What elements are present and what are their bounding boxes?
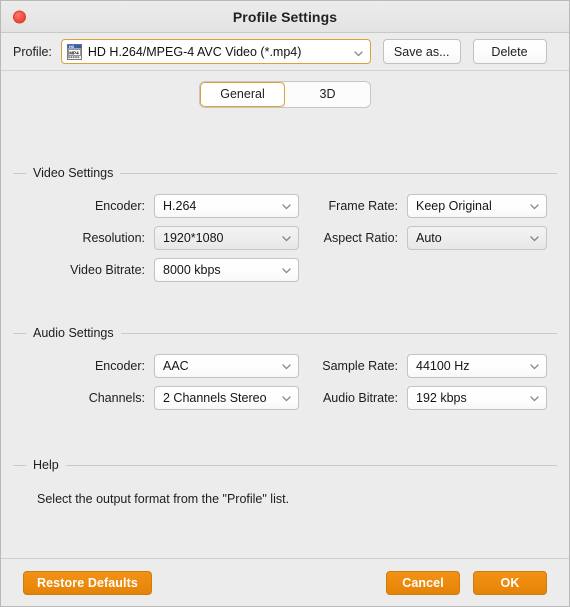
chevron-down-icon: [529, 361, 540, 372]
help-legend: Help: [33, 458, 59, 472]
audio-samplerate-label: Sample Rate:: [322, 359, 398, 373]
svg-text:HD: HD: [69, 45, 75, 49]
video-aspectratio-value: Auto: [416, 231, 442, 245]
video-bitrate-dropdown[interactable]: 8000 kbps: [154, 258, 299, 282]
video-resolution-label: Resolution:: [82, 231, 145, 245]
video-framerate-dropdown[interactable]: Keep Original: [407, 194, 547, 218]
audio-channels-row: Channels: 2 Channels Stereo: [50, 386, 299, 410]
svg-text:MP4: MP4: [69, 50, 79, 55]
video-encoder-value: H.264: [163, 199, 197, 213]
chevron-down-icon: [281, 361, 292, 372]
page-title: Profile Settings: [232, 8, 338, 25]
audio-encoder-row: Encoder: AAC: [50, 354, 299, 378]
settings-content: Video Settings Encoder: H.264 Resolution…: [1, 111, 569, 558]
audio-bitrate-dropdown[interactable]: 192 kbps: [407, 386, 547, 410]
video-encoder-label: Encoder:: [94, 199, 145, 213]
profile-settings-window: Profile Settings Profile: HD MP4 HD H.26…: [0, 0, 570, 607]
chevron-down-icon: [353, 46, 364, 57]
video-aspectratio-row: Aspect Ratio: Auto: [298, 226, 547, 250]
profile-value: HD H.264/MPEG-4 AVC Video (*.mp4): [87, 44, 302, 59]
audio-settings-group: Audio Settings Encoder: AAC Channels: 2 …: [13, 326, 557, 420]
audio-settings-body: Encoder: AAC Channels: 2 Channels Stereo…: [13, 340, 557, 420]
chevron-down-icon: [281, 393, 292, 404]
video-aspectratio-dropdown[interactable]: Auto: [407, 226, 547, 250]
chevron-down-icon: [529, 393, 540, 404]
audio-bitrate-label: Audio Bitrate:: [322, 391, 398, 405]
chevron-down-icon: [281, 265, 292, 276]
save-as-button[interactable]: Save as...: [382, 39, 461, 64]
video-resolution-dropdown[interactable]: 1920*1080: [154, 226, 299, 250]
video-aspectratio-label: Aspect Ratio:: [323, 231, 398, 245]
help-body: Select the output format from the "Profi…: [13, 472, 557, 532]
video-settings-group: Video Settings Encoder: H.264 Resolution…: [13, 166, 557, 292]
video-framerate-row: Frame Rate: Keep Original: [298, 194, 547, 218]
audio-bitrate-row: Audio Bitrate: 192 kbps: [298, 386, 547, 410]
video-resolution-row: Resolution: 1920*1080: [50, 226, 299, 250]
ok-button[interactable]: OK: [473, 570, 547, 595]
audio-samplerate-value: 44100 Hz: [416, 359, 470, 373]
chevron-down-icon: [281, 201, 292, 212]
profile-dropdown[interactable]: HD MP4 HD H.264/MPEG-4 AVC Video (*.mp4): [60, 39, 371, 64]
audio-channels-label: Channels:: [88, 391, 145, 405]
chevron-down-icon: [529, 201, 540, 212]
video-bitrate-value: 8000 kbps: [163, 263, 221, 277]
video-framerate-label: Frame Rate:: [328, 199, 398, 213]
video-framerate-value: Keep Original: [416, 199, 492, 213]
restore-defaults-button[interactable]: Restore Defaults: [23, 570, 152, 595]
audio-encoder-value: AAC: [163, 359, 189, 373]
help-group: Help Select the output format from the "…: [13, 458, 557, 532]
delete-button[interactable]: Delete: [472, 39, 547, 64]
chevron-down-icon: [281, 233, 292, 244]
dialog-footer: Restore Defaults Cancel OK: [1, 558, 569, 606]
tab-group: General 3D: [200, 81, 370, 107]
video-resolution-value: 1920*1080: [163, 231, 224, 245]
video-settings-legend: Video Settings: [33, 166, 114, 180]
audio-encoder-dropdown[interactable]: AAC: [154, 354, 299, 378]
video-encoder-dropdown[interactable]: H.264: [154, 194, 299, 218]
audio-channels-value: 2 Channels Stereo: [163, 391, 267, 405]
close-icon[interactable]: [13, 10, 26, 23]
audio-channels-dropdown[interactable]: 2 Channels Stereo: [154, 386, 299, 410]
help-text: Select the output format from the "Profi…: [37, 492, 290, 506]
video-bitrate-row: Video Bitrate: 8000 kbps: [50, 258, 299, 282]
audio-samplerate-dropdown[interactable]: 44100 Hz: [407, 354, 547, 378]
mp4-file-icon: HD MP4: [66, 43, 82, 60]
tab-3d[interactable]: 3D: [285, 81, 370, 107]
audio-bitrate-value: 192 kbps: [416, 391, 467, 405]
video-bitrate-label: Video Bitrate:: [70, 263, 145, 277]
audio-settings-legend: Audio Settings: [33, 326, 114, 340]
title-bar: Profile Settings: [1, 1, 569, 33]
cancel-button[interactable]: Cancel: [386, 570, 460, 595]
tab-general[interactable]: General: [200, 81, 285, 107]
audio-samplerate-row: Sample Rate: 44100 Hz: [298, 354, 547, 378]
video-settings-body: Encoder: H.264 Resolution: 1920*1080 Vid…: [13, 180, 557, 292]
video-encoder-row: Encoder: H.264: [50, 194, 299, 218]
tab-bar: General 3D: [1, 71, 569, 111]
chevron-down-icon: [529, 233, 540, 244]
profile-label: Profile:: [13, 44, 52, 59]
audio-encoder-label: Encoder:: [94, 359, 145, 373]
profile-toolbar: Profile: HD MP4 HD H.264/MPEG-4 AVC Vide…: [1, 33, 569, 71]
